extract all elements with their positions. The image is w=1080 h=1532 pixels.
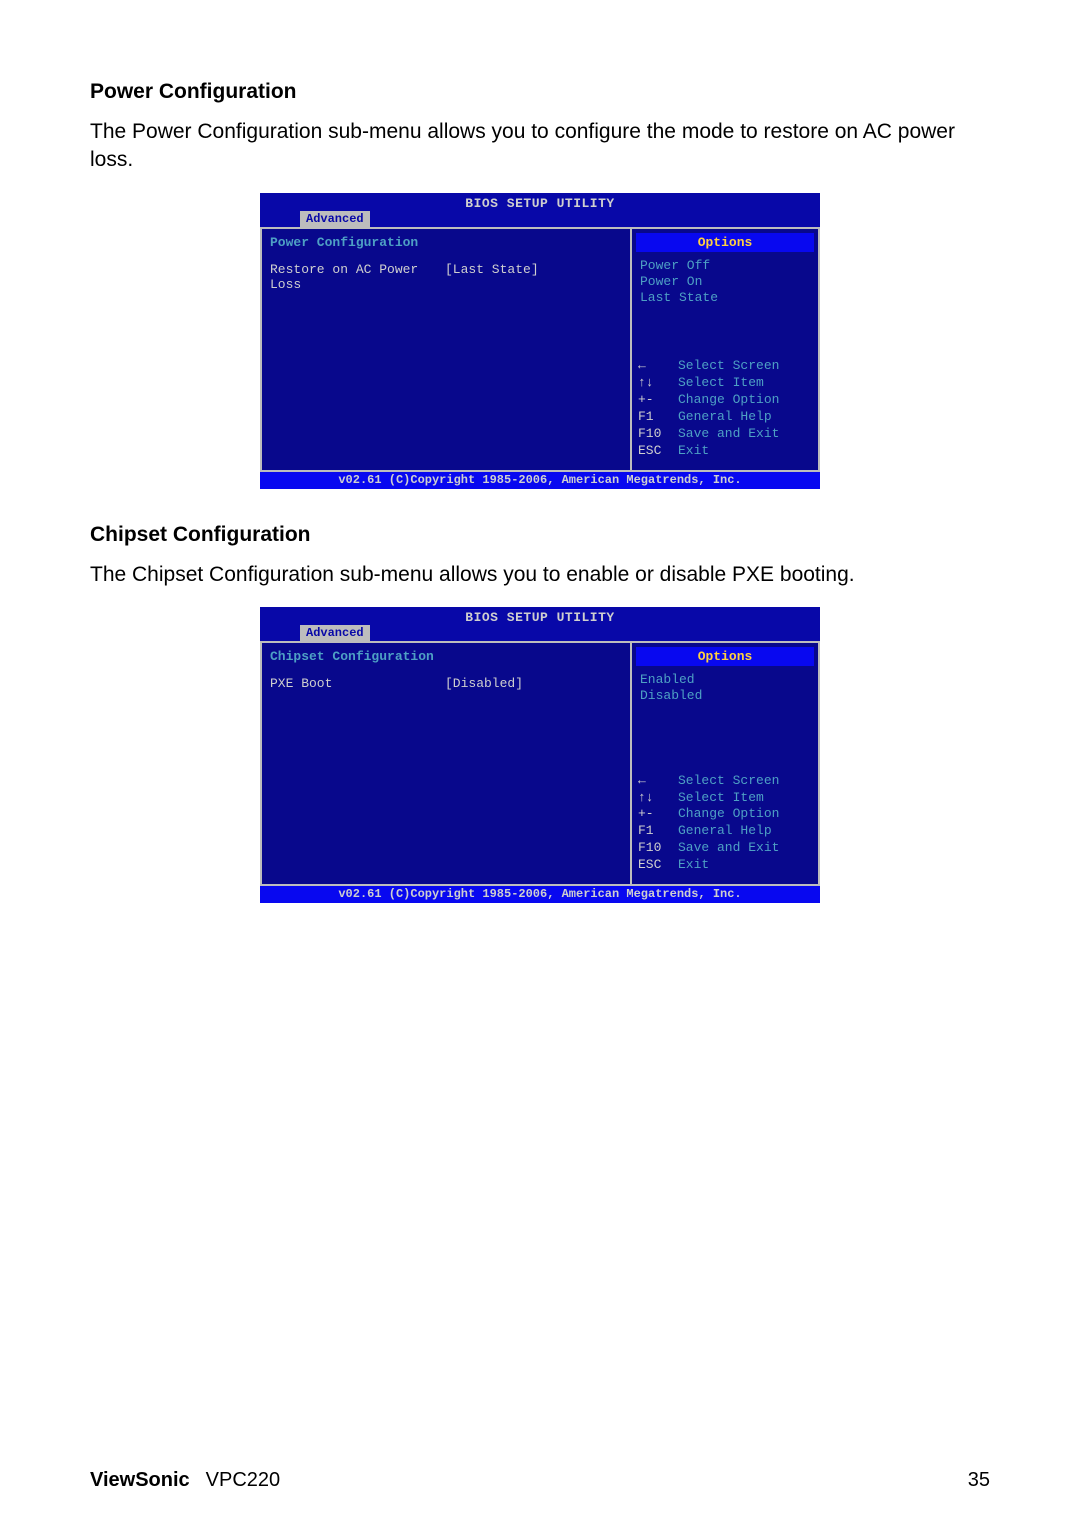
bios-key: +-: [638, 806, 678, 823]
bios-key: ←: [638, 358, 678, 375]
bios-key: ←: [638, 773, 678, 790]
bios-key: ↑↓: [638, 375, 678, 392]
bios-key-label: Select Screen: [678, 773, 779, 790]
bios-screenshot-power: BIOS SETUP UTILITY Advanced Power Config…: [90, 193, 990, 489]
document-page: Power Configuration The Power Configurat…: [0, 0, 1080, 977]
bios-title: BIOS SETUP UTILITY: [260, 607, 820, 625]
bios-tab-row: Advanced: [260, 625, 820, 641]
footer-brand: ViewSonic: [90, 1469, 190, 1492]
bios-tab-row: Advanced: [260, 211, 820, 227]
bios-key-row: ←Select Screen: [638, 773, 812, 790]
bios-setting-row: Restore on AC Power Loss [Last State]: [270, 262, 622, 292]
bios-key-row: F10Save and Exit: [638, 840, 812, 857]
bios-key-label: Change Option: [678, 806, 779, 823]
bios-option: Power On: [640, 274, 810, 290]
bios-key-label: General Help: [678, 823, 772, 840]
bios-key: F10: [638, 426, 678, 443]
bios-screenshot-chipset: BIOS SETUP UTILITY Advanced Chipset Conf…: [90, 607, 990, 903]
bios-key-label: Save and Exit: [678, 426, 779, 443]
description-chipset-configuration: The Chipset Configuration sub-menu allow…: [90, 561, 990, 589]
bios-key-row: ←Select Screen: [638, 358, 812, 375]
bios-right-pane: Options Power Off Power On Last State ←S…: [630, 227, 820, 472]
bios-key-row: ESCExit: [638, 443, 812, 460]
bios-key: +-: [638, 392, 678, 409]
bios-key: F1: [638, 409, 678, 426]
bios-key-row: F1General Help: [638, 823, 812, 840]
bios-options-header: Options: [636, 647, 814, 666]
bios-key: F10: [638, 840, 678, 857]
bios-key-row: F10Save and Exit: [638, 426, 812, 443]
bios-submenu-title: Chipset Configuration: [270, 649, 622, 664]
bios-key: F1: [638, 823, 678, 840]
bios-options-list: Enabled Disabled: [632, 670, 818, 713]
heading-power-configuration: Power Configuration: [90, 80, 990, 104]
bios-body: Power Configuration Restore on AC Power …: [260, 227, 820, 472]
bios-options-list: Power Off Power On Last State: [632, 256, 818, 315]
bios-key-label: General Help: [678, 409, 772, 426]
bios-key-legend: ←Select Screen ↑↓Select Item +-Change Op…: [632, 354, 818, 469]
bios-key: ↑↓: [638, 790, 678, 807]
bios-setting-value: [Disabled]: [445, 676, 523, 691]
bios-key-label: Exit: [678, 857, 709, 874]
bios-title: BIOS SETUP UTILITY: [260, 193, 820, 211]
bios-setting-value: [Last State]: [445, 262, 539, 292]
spacer: [632, 314, 818, 354]
bios-option: Enabled: [640, 672, 810, 688]
bios-key-row: ↑↓Select Item: [638, 790, 812, 807]
bios-setting-row: PXE Boot [Disabled]: [270, 676, 622, 691]
bios-key-row: ↑↓Select Item: [638, 375, 812, 392]
bios-key-label: Save and Exit: [678, 840, 779, 857]
bios-left-pane: Power Configuration Restore on AC Power …: [260, 227, 630, 472]
footer-model: VPC220: [206, 1469, 281, 1492]
bios-tab-advanced: Advanced: [300, 625, 370, 641]
bios-left-pane: Chipset Configuration PXE Boot [Disabled…: [260, 641, 630, 886]
bios-copyright-footer: v02.61 (C)Copyright 1985-2006, American …: [260, 472, 820, 489]
bios-setting-label: PXE Boot: [270, 676, 445, 691]
bios-key-label: Exit: [678, 443, 709, 460]
page-footer: ViewSonic VPC220 35: [90, 1469, 990, 1492]
bios-body: Chipset Configuration PXE Boot [Disabled…: [260, 641, 820, 886]
heading-chipset-configuration: Chipset Configuration: [90, 523, 990, 547]
bios-right-pane: Options Enabled Disabled ←Select Screen …: [630, 641, 820, 886]
bios-key-row: ESCExit: [638, 857, 812, 874]
footer-page-number: 35: [968, 1469, 990, 1492]
bios-key-row: +-Change Option: [638, 392, 812, 409]
bios-option: Power Off: [640, 258, 810, 274]
bios-key-label: Select Screen: [678, 358, 779, 375]
bios-key-label: Select Item: [678, 790, 764, 807]
bios-options-header: Options: [636, 233, 814, 252]
bios-option: Last State: [640, 290, 810, 306]
bios-copyright-footer: v02.61 (C)Copyright 1985-2006, American …: [260, 886, 820, 903]
bios-key-label: Select Item: [678, 375, 764, 392]
bios-key: ESC: [638, 857, 678, 874]
bios-key-label: Change Option: [678, 392, 779, 409]
bios-panel: BIOS SETUP UTILITY Advanced Chipset Conf…: [260, 607, 820, 903]
description-power-configuration: The Power Configuration sub-menu allows …: [90, 118, 990, 175]
bios-panel: BIOS SETUP UTILITY Advanced Power Config…: [260, 193, 820, 489]
bios-submenu-title: Power Configuration: [270, 235, 622, 250]
bios-key-row: +-Change Option: [638, 806, 812, 823]
bios-setting-label: Restore on AC Power Loss: [270, 262, 445, 292]
bios-key-legend: ←Select Screen ↑↓Select Item +-Change Op…: [632, 769, 818, 884]
bios-key: ESC: [638, 443, 678, 460]
bios-tab-advanced: Advanced: [300, 211, 370, 227]
spacer: [632, 713, 818, 769]
bios-option: Disabled: [640, 688, 810, 704]
bios-key-row: F1General Help: [638, 409, 812, 426]
